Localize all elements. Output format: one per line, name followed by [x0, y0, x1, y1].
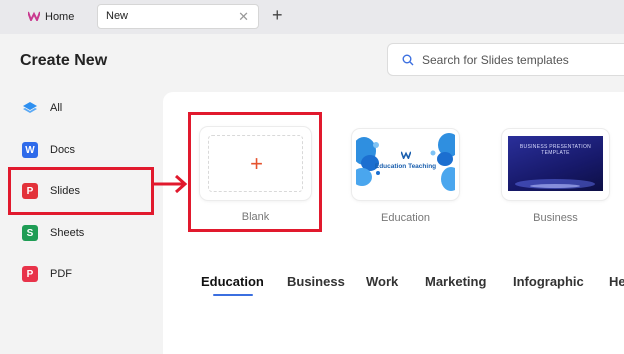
- sidebar-item-all[interactable]: All: [22, 98, 62, 118]
- sidebar-item-pdf[interactable]: P PDF: [22, 264, 72, 284]
- education-thumbnail: Education Teaching: [356, 133, 455, 196]
- sidebar-item-label: Docs: [50, 144, 76, 156]
- tab-home[interactable]: Home: [8, 5, 86, 28]
- template-card-business[interactable]: BUSINESS PRESENTATION TEMPLATE: [502, 129, 609, 200]
- docs-icon: W: [22, 142, 38, 158]
- layers-icon: [23, 102, 37, 113]
- search-input[interactable]: Search for Slides templates: [387, 43, 624, 76]
- active-tab-indicator: [213, 294, 253, 296]
- pdf-icon: P: [22, 266, 38, 282]
- annotation-box-slides: [8, 167, 154, 215]
- search-icon: [402, 54, 414, 65]
- sheets-icon: S: [22, 225, 38, 241]
- template-card-education[interactable]: Education Teaching: [352, 129, 459, 200]
- template-label-business: Business: [533, 212, 578, 224]
- new-tab-plus-icon[interactable]: +: [272, 4, 283, 26]
- annotation-box-blank: [188, 112, 322, 232]
- template-label-education: Education: [381, 212, 430, 224]
- page-title: Create New: [20, 52, 108, 69]
- tab-new-label: New: [106, 10, 129, 22]
- search-placeholder: Search for Slides templates: [422, 52, 569, 67]
- category-tab-infographic[interactable]: Infographic: [513, 274, 584, 289]
- category-tab-marketing[interactable]: Marketing: [425, 274, 486, 289]
- tab-new[interactable]: New ✕: [97, 4, 259, 29]
- sidebar-item-sheets[interactable]: S Sheets: [22, 223, 84, 243]
- glow-icon: [515, 179, 595, 189]
- wps-logo-icon: [401, 151, 411, 159]
- sidebar-item-label: Sheets: [50, 227, 85, 239]
- annotation-arrow-icon: [154, 174, 188, 194]
- tab-bar: Home New ✕ +: [0, 0, 624, 34]
- education-thumb-title: Education Teaching: [374, 163, 437, 170]
- category-tab-education[interactable]: Education: [201, 274, 264, 289]
- sidebar-item-label: All: [50, 102, 63, 114]
- category-tab-business[interactable]: Business: [287, 274, 345, 289]
- close-icon[interactable]: ✕: [238, 5, 249, 28]
- sidebar-item-label: PDF: [50, 268, 72, 280]
- category-tab-he[interactable]: He: [609, 274, 624, 289]
- sidebar-item-docs[interactable]: W Docs: [22, 140, 75, 160]
- tab-home-label: Home: [45, 10, 75, 23]
- category-tab-work[interactable]: Work: [366, 274, 398, 289]
- business-thumbnail: BUSINESS PRESENTATION TEMPLATE: [508, 136, 603, 191]
- wps-logo-icon: [28, 11, 40, 21]
